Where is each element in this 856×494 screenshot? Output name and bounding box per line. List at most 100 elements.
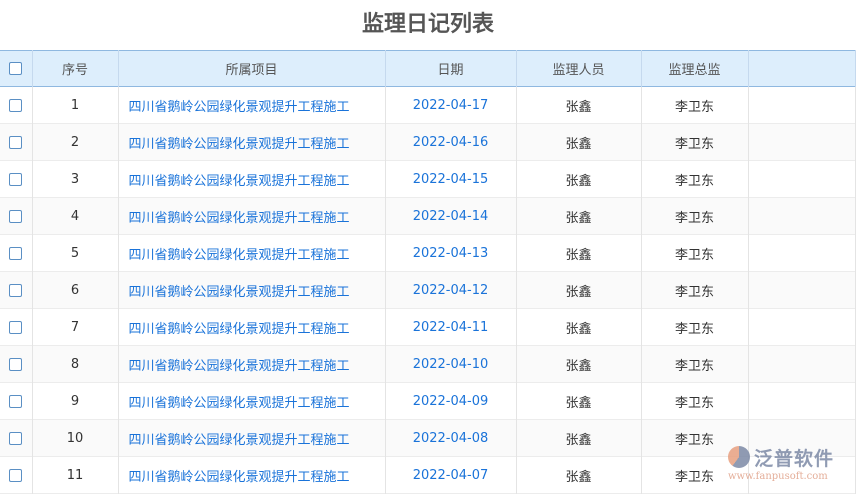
logo-icon xyxy=(728,446,750,468)
row-no: 9 xyxy=(32,382,119,420)
chief-name: 李卫东 xyxy=(641,345,749,383)
date-link[interactable]: 2022-04-08 xyxy=(385,419,517,457)
row-checkbox-cell xyxy=(0,234,33,272)
empty-cell xyxy=(748,345,856,383)
logo-name: 泛普软件 xyxy=(754,448,835,470)
table-row[interactable]: 6 四川省鹅岭公园绿化景观提升工程施工 2022-04-12 张鑫 李卫东 xyxy=(0,271,856,309)
date-link[interactable]: 2022-04-15 xyxy=(385,160,517,198)
staff-name: 张鑫 xyxy=(516,86,642,124)
project-link[interactable]: 四川省鹅岭公园绿化景观提升工程施工 xyxy=(118,123,386,161)
row-checkbox[interactable] xyxy=(9,468,23,482)
row-no: 3 xyxy=(32,160,119,198)
date-link[interactable]: 2022-04-11 xyxy=(385,308,517,346)
table-row[interactable]: 7 四川省鹅岭公园绿化景观提升工程施工 2022-04-11 张鑫 李卫东 xyxy=(0,308,856,346)
row-checkbox-cell xyxy=(0,456,33,494)
select-all-checkbox[interactable] xyxy=(9,62,23,75)
row-checkbox-cell xyxy=(0,345,33,383)
staff-name: 张鑫 xyxy=(516,234,642,272)
staff-name: 张鑫 xyxy=(516,271,642,309)
chief-name: 李卫东 xyxy=(641,382,749,420)
table-row[interactable]: 2 四川省鹅岭公园绿化景观提升工程施工 2022-04-16 张鑫 李卫东 xyxy=(0,123,856,161)
row-no: 7 xyxy=(32,308,119,346)
chief-name: 李卫东 xyxy=(641,308,749,346)
row-no: 5 xyxy=(32,234,119,272)
row-checkbox[interactable] xyxy=(9,283,23,297)
row-checkbox-cell xyxy=(0,160,33,198)
staff-name: 张鑫 xyxy=(516,160,642,198)
row-no: 1 xyxy=(32,86,119,124)
table-row[interactable]: 1 四川省鹅岭公园绿化景观提升工程施工 2022-04-17 张鑫 李卫东 xyxy=(0,86,856,124)
page-title: 监理日记列表 xyxy=(361,12,494,37)
chief-name: 李卫东 xyxy=(641,86,749,124)
project-link[interactable]: 四川省鹅岭公园绿化景观提升工程施工 xyxy=(118,456,386,494)
staff-name: 张鑫 xyxy=(516,197,642,235)
project-link[interactable]: 四川省鹅岭公园绿化景观提升工程施工 xyxy=(118,419,386,457)
row-checkbox[interactable] xyxy=(9,431,23,445)
row-no: 10 xyxy=(32,419,119,457)
row-checkbox[interactable] xyxy=(9,135,23,149)
row-checkbox[interactable] xyxy=(9,172,23,186)
row-checkbox[interactable] xyxy=(9,357,23,371)
table-row[interactable]: 4 四川省鹅岭公园绿化景观提升工程施工 2022-04-14 张鑫 李卫东 xyxy=(0,197,856,235)
header-chief[interactable]: 监理总监 xyxy=(641,50,749,87)
header-empty xyxy=(748,50,856,87)
table-row[interactable]: 9 四川省鹅岭公园绿化景观提升工程施工 2022-04-09 张鑫 李卫东 xyxy=(0,382,856,420)
header-staff[interactable]: 监理人员 xyxy=(516,50,642,87)
date-link[interactable]: 2022-04-12 xyxy=(385,271,517,309)
row-checkbox-cell xyxy=(0,308,33,346)
chief-name: 李卫东 xyxy=(641,197,749,235)
header-no[interactable]: 序号 xyxy=(32,50,119,87)
table-header: 序号 所属项目 日期 监理人员 监理总监 xyxy=(0,50,856,87)
staff-name: 张鑫 xyxy=(516,382,642,420)
row-no: 11 xyxy=(32,456,119,494)
table-row[interactable]: 5 四川省鹅岭公园绿化景观提升工程施工 2022-04-13 张鑫 李卫东 xyxy=(0,234,856,272)
date-link[interactable]: 2022-04-13 xyxy=(385,234,517,272)
chief-name: 李卫东 xyxy=(641,234,749,272)
row-checkbox-cell xyxy=(0,419,33,457)
project-link[interactable]: 四川省鹅岭公园绿化景观提升工程施工 xyxy=(118,160,386,198)
row-checkbox[interactable] xyxy=(9,394,23,408)
table-row[interactable]: 3 四川省鹅岭公园绿化景观提升工程施工 2022-04-15 张鑫 李卫东 xyxy=(0,160,856,198)
date-link[interactable]: 2022-04-14 xyxy=(385,197,517,235)
row-checkbox[interactable] xyxy=(9,209,23,223)
row-no: 4 xyxy=(32,197,119,235)
row-checkbox-cell xyxy=(0,86,33,124)
date-link[interactable]: 2022-04-10 xyxy=(385,345,517,383)
header-date[interactable]: 日期 xyxy=(385,50,517,87)
project-link[interactable]: 四川省鹅岭公园绿化景观提升工程施工 xyxy=(118,345,386,383)
empty-cell xyxy=(748,308,856,346)
row-checkbox[interactable] xyxy=(9,320,23,334)
select-all-cell xyxy=(0,50,33,87)
header-project[interactable]: 所属项目 xyxy=(118,50,386,87)
project-link[interactable]: 四川省鹅岭公园绿化景观提升工程施工 xyxy=(118,271,386,309)
empty-cell xyxy=(748,382,856,420)
staff-name: 张鑫 xyxy=(516,123,642,161)
empty-cell xyxy=(748,86,856,124)
row-no: 2 xyxy=(32,123,119,161)
project-link[interactable]: 四川省鹅岭公园绿化景观提升工程施工 xyxy=(118,197,386,235)
row-checkbox[interactable] xyxy=(9,246,23,260)
empty-cell xyxy=(748,160,856,198)
date-link[interactable]: 2022-04-07 xyxy=(385,456,517,494)
diary-table: 序号 所属项目 日期 监理人员 监理总监 1 四川省鹅岭公园绿化景观提升工程施工… xyxy=(0,50,856,494)
project-link[interactable]: 四川省鹅岭公园绿化景观提升工程施工 xyxy=(118,382,386,420)
date-link[interactable]: 2022-04-17 xyxy=(385,86,517,124)
empty-cell xyxy=(748,271,856,309)
logo-url: www.fanpusoft.com xyxy=(728,471,828,482)
row-checkbox[interactable] xyxy=(9,98,23,112)
table-row[interactable]: 8 四川省鹅岭公园绿化景观提升工程施工 2022-04-10 张鑫 李卫东 xyxy=(0,345,856,383)
project-link[interactable]: 四川省鹅岭公园绿化景观提升工程施工 xyxy=(118,86,386,124)
row-checkbox-cell xyxy=(0,271,33,309)
empty-cell xyxy=(748,234,856,272)
chief-name: 李卫东 xyxy=(641,160,749,198)
date-link[interactable]: 2022-04-09 xyxy=(385,382,517,420)
staff-name: 张鑫 xyxy=(516,456,642,494)
staff-name: 张鑫 xyxy=(516,308,642,346)
row-no: 6 xyxy=(32,271,119,309)
row-no: 8 xyxy=(32,345,119,383)
chief-name: 李卫东 xyxy=(641,123,749,161)
row-checkbox-cell xyxy=(0,382,33,420)
date-link[interactable]: 2022-04-16 xyxy=(385,123,517,161)
project-link[interactable]: 四川省鹅岭公园绿化景观提升工程施工 xyxy=(118,234,386,272)
project-link[interactable]: 四川省鹅岭公园绿化景观提升工程施工 xyxy=(118,308,386,346)
